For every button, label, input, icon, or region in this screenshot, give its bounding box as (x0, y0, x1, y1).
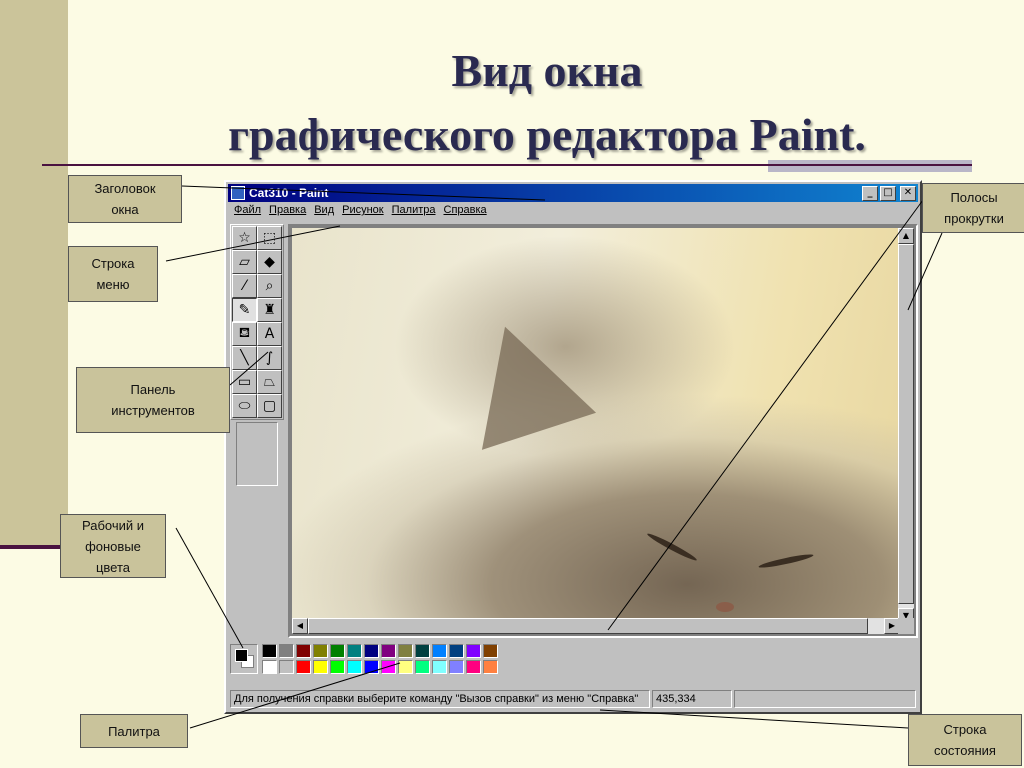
ellipse-icon[interactable]: ⬭ (232, 394, 257, 418)
color-picker-icon[interactable]: ⁄ (232, 274, 257, 298)
palette-swatch[interactable] (330, 644, 345, 658)
slide-title-line-1: Вид окна (451, 45, 643, 96)
scroll-left-button[interactable]: ◀ (292, 618, 308, 634)
scroll-thumb-vertical[interactable] (898, 244, 914, 604)
airbrush-icon[interactable]: ⛾ (232, 322, 257, 346)
palette-swatch[interactable] (364, 644, 379, 658)
menu-view[interactable]: Вид (310, 204, 338, 222)
eraser-icon[interactable]: ▱ (232, 250, 257, 274)
tool-options-box[interactable] (236, 422, 278, 486)
horizontal-scrollbar[interactable]: ◀ ▶ (292, 618, 900, 634)
callout-title-bar: Заголовок окна (68, 175, 182, 223)
scroll-up-button[interactable]: ▲ (898, 228, 914, 244)
rounded-rect-icon[interactable]: ▢ (257, 394, 282, 418)
kitten-eye-left (645, 531, 699, 563)
status-bar: Для получения справки выберите команду "… (230, 690, 916, 710)
scroll-corner (898, 618, 914, 634)
scroll-thumb-horizontal[interactable] (308, 618, 868, 634)
palette-swatch[interactable] (432, 660, 447, 674)
menu-edit[interactable]: Правка (265, 204, 310, 222)
palette-swatch[interactable] (398, 644, 413, 658)
maximize-button[interactable]: □ (880, 185, 896, 201)
palette-swatch[interactable] (398, 660, 413, 674)
callout-scrollbars: Полосы прокрутки (922, 183, 1024, 233)
text-icon[interactable]: A (257, 322, 282, 346)
palette-swatch[interactable] (262, 660, 277, 674)
vertical-scrollbar[interactable]: ▲ ▼ (898, 228, 914, 624)
menu-bar: Файл Правка Вид Рисунок Палитра Справка (230, 204, 491, 222)
status-coordinates: 435,334 (652, 690, 732, 708)
palette-swatch[interactable] (347, 644, 362, 658)
menu-help[interactable]: Справка (440, 204, 491, 222)
palette-swatch[interactable] (483, 660, 498, 674)
minimize-button[interactable]: _ (862, 185, 878, 201)
pencil-icon[interactable]: ✎ (232, 298, 257, 322)
brush-icon[interactable]: ♜ (257, 298, 282, 322)
select-icon[interactable]: ⬚ (257, 226, 282, 250)
palette-swatch[interactable] (330, 660, 345, 674)
slide-rule-accent (768, 160, 972, 172)
curve-icon[interactable]: ∫ (257, 346, 282, 370)
palette-swatch[interactable] (381, 660, 396, 674)
canvas-area: ▲ ▼ ◀ ▶ (288, 224, 918, 638)
kitten-eye-right (757, 552, 815, 570)
kitten-ear (447, 308, 597, 450)
slide-decoration-strip (0, 0, 68, 546)
palette-swatch[interactable] (296, 644, 311, 658)
status-size-field (734, 690, 916, 708)
kitten-nose (716, 602, 734, 612)
close-button[interactable]: ✕ (900, 185, 916, 201)
palette-swatch[interactable] (415, 660, 430, 674)
palette-swatch[interactable] (313, 660, 328, 674)
free-select-icon[interactable]: ☆ (232, 226, 257, 250)
rectangle-icon[interactable]: ▭ (232, 370, 257, 394)
current-colors[interactable] (230, 644, 258, 674)
palette-swatch[interactable] (483, 644, 498, 658)
polygon-icon[interactable]: ⏢ (257, 370, 282, 394)
palette-swatch[interactable] (279, 660, 294, 674)
line-icon[interactable]: ╲ (232, 346, 257, 370)
palette-swatch[interactable] (364, 660, 379, 674)
palette-swatch[interactable] (415, 644, 430, 658)
title-bar[interactable]: Cat310 - Paint _ □ ✕ (228, 184, 918, 202)
callout-menu-bar: Строка меню (68, 246, 158, 302)
palette-swatch[interactable] (313, 644, 328, 658)
callout-toolbox: Панель инструментов (76, 367, 230, 433)
slide-rule (42, 164, 972, 166)
palette-swatch[interactable] (449, 660, 464, 674)
paint-app-icon[interactable] (231, 186, 245, 200)
palette-area (230, 644, 530, 680)
fill-icon[interactable]: ◆ (257, 250, 282, 274)
magnifier-icon[interactable]: ⌕ (257, 274, 282, 298)
menu-palette[interactable]: Палитра (388, 204, 440, 222)
toolbox: ☆ ⬚ ▱ ◆ ⁄ ⌕ ✎ ♜ ⛾ A ╲ ∫ ▭ ⏢ ⬭ ▢ (230, 224, 284, 420)
palette-swatch[interactable] (381, 644, 396, 658)
canvas-image-kitten[interactable] (292, 228, 900, 624)
callout-colors: Рабочий и фоновые цвета (60, 514, 166, 578)
window-title: Cat310 - Paint (249, 186, 329, 200)
palette-swatch[interactable] (466, 660, 481, 674)
foreground-color[interactable] (235, 649, 248, 662)
menu-image[interactable]: Рисунок (338, 204, 388, 222)
menu-file[interactable]: Файл (230, 204, 265, 222)
palette-swatch[interactable] (262, 644, 277, 658)
palette-swatch[interactable] (296, 660, 311, 674)
palette-swatch[interactable] (432, 644, 447, 658)
palette-swatch[interactable] (279, 644, 294, 658)
callout-palette: Палитра (80, 714, 188, 748)
slide-title-line-2: графического редактора Paint. (228, 109, 866, 160)
paint-window: Cat310 - Paint _ □ ✕ Файл Правка Вид Рис… (224, 180, 922, 714)
color-palette (262, 644, 499, 675)
palette-swatch[interactable] (347, 660, 362, 674)
palette-swatch[interactable] (466, 644, 481, 658)
callout-status-bar: Строка состояния (908, 714, 1022, 766)
status-help-text: Для получения справки выберите команду "… (230, 690, 650, 708)
palette-swatch[interactable] (449, 644, 464, 658)
slide-decoration-line (0, 545, 68, 549)
